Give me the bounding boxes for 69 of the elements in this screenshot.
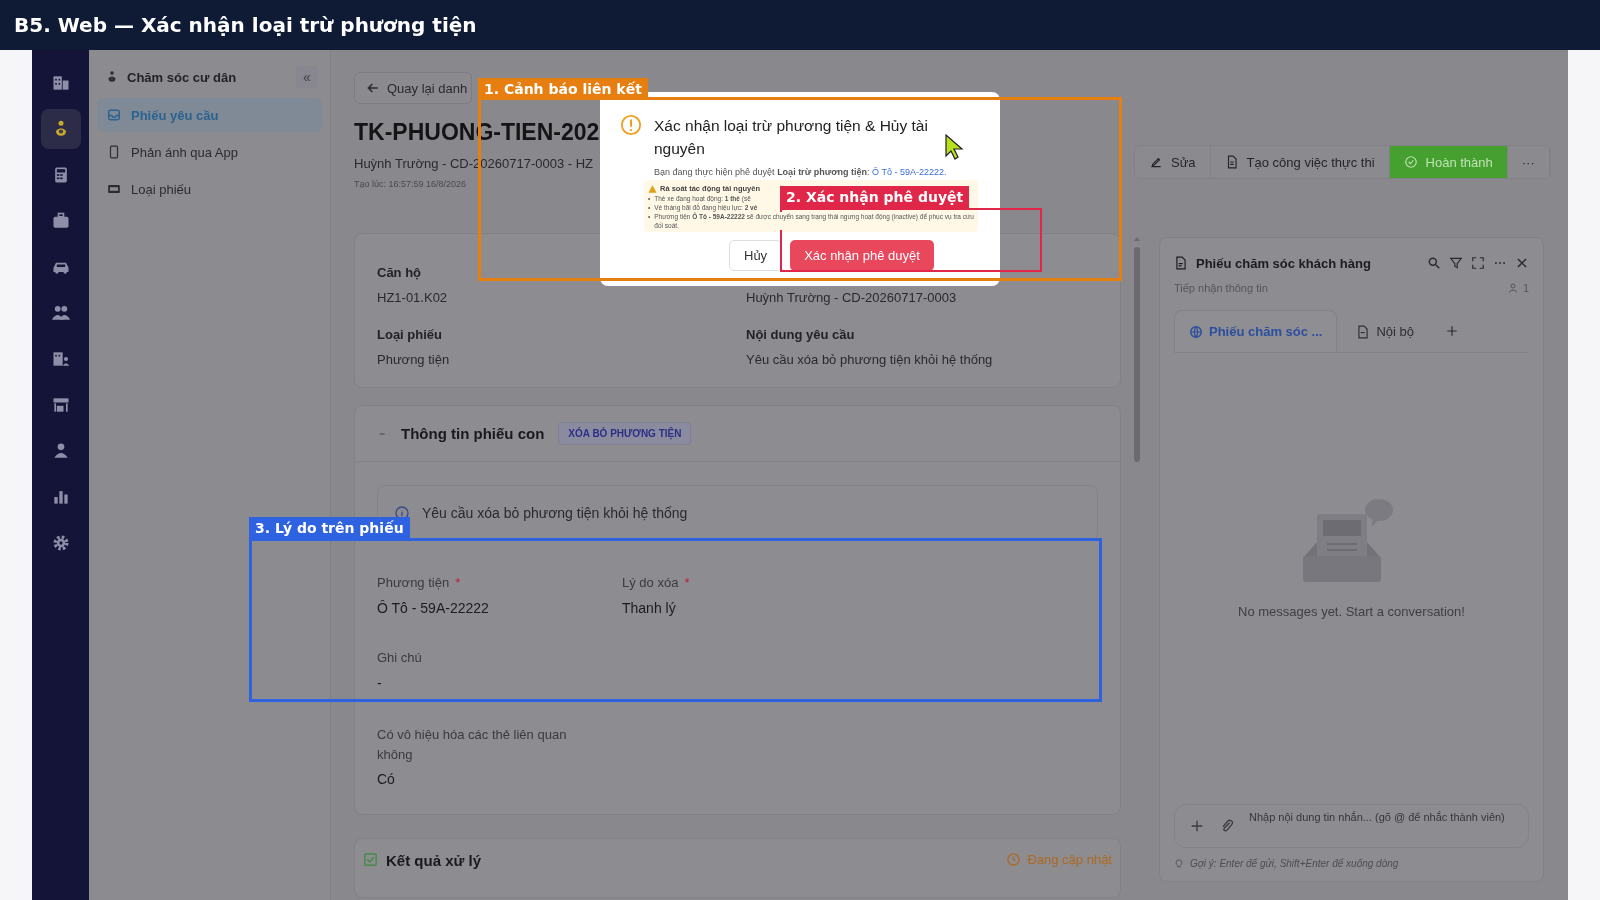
card-icon [107,182,121,196]
phone-icon [107,145,121,159]
field-value: Phương tiện [377,352,451,367]
collapse-button[interactable]: « [296,66,318,88]
field-value: Huỳnh Trường - CD-20260717-0003 [746,290,958,305]
field-value: Yêu cầu xóa bỏ phương tiện khỏi hệ thống [746,352,994,367]
section-title: Thông tin phiếu con [401,425,545,442]
confirm-button[interactable]: Xác nhận phê duyệt [790,240,934,271]
annotation-label: 2. Xác nhận phê duyệt [780,186,970,208]
field-value: - [377,675,383,691]
required-mark: * [684,575,690,590]
required-mark: * [455,575,461,590]
clock-icon [1006,852,1022,867]
sidebar-title: Chăm sóc cư dân [127,69,238,85]
field-label: Nội dung yêu cầu [746,327,856,342]
info-text: Yêu cầu xóa bỏ phương tiện khỏi hệ thống [422,505,688,521]
panel-tab[interactable]: Nội bộ [1341,310,1429,352]
complete-button[interactable]: Hoàn thành [1389,146,1508,178]
edit-button[interactable]: Sửa [1135,146,1211,178]
person-coin-icon[interactable] [40,109,81,149]
slide-title: B5. Web — Xác nhận loại trừ phương tiện [14,13,477,37]
field-label: Căn hộ [377,265,423,280]
panel-tab[interactable]: Phiếu chăm sóc ... [1174,310,1338,352]
cancel-button[interactable]: Hủy [729,240,783,271]
field-value: HZ1-01.K02 [377,290,449,305]
annotation-label: 3. Lý do trên phiếu [249,517,410,539]
vehicle-link[interactable]: Ô Tô - 59A-22222. [872,167,947,177]
type-tag: XÓA BỎ PHƯƠNG TIỆN [558,422,692,445]
section-title: Kết quả xử lý [386,852,482,869]
pencil-icon [1149,155,1163,169]
annotation-label: 1. Cảnh báo liên kết [478,78,648,100]
dialog-title: Xác nhận loại trừ phương tiện & Hủy tài nguyên [654,116,929,159]
check-circle-icon [1403,155,1418,169]
message-input[interactable]: Nhập nội dung tin nhắn... (gõ @ để nhắc thành viên) [1174,804,1529,848]
field-label: Phương tiện [377,575,450,590]
field-value: Thanh lý [622,600,677,616]
back-button[interactable]: Quay lại danh [354,72,473,104]
field-value: Ô Tô - 59A-22222 [377,600,490,616]
lightbulb-icon [1174,858,1184,869]
field-label: Có vô hiệu hóa các thẻ liên quan không [377,727,567,762]
panel-title: Phiếu chăm sóc khách hàng [1196,255,1372,271]
sidebar-item[interactable]: Phản ánh qua App [97,135,322,169]
checkbox-icon [363,852,378,867]
inbox-icon [107,108,121,122]
person-icon [1506,282,1519,294]
field-value: Có [377,771,396,787]
more-button[interactable]: ··· [1507,146,1550,178]
arrow-left-icon [366,81,380,95]
cursor-icon [944,134,966,160]
field-label: Loại phiếu [377,327,443,342]
filter-icon [1449,256,1463,270]
plus-icon [1189,818,1205,834]
close-icon [1515,256,1529,270]
create-task-button[interactable]: Tạo công việc thực thi [1210,146,1390,178]
field-label: Ghi chú [377,650,422,665]
empty-message: No messages yet. Start a conversation! [1238,604,1465,619]
input-hint: Gợi ý: Enter để gửi, Shift+Enter để xuống dòng [1190,858,1399,869]
warning-icon [620,114,642,136]
dialog-message: Bạn đang thực hiện phê duyệt Loại trừ phương tiện: Ô Tô - 59A-22222. [654,166,948,178]
expand-icon [1471,256,1485,270]
warning-triangle-icon [648,185,657,193]
document-icon [1356,324,1371,339]
document-icon [1174,256,1188,270]
sidebar-item[interactable]: Loại phiếu [97,172,322,206]
search-icon [1427,256,1441,270]
globe-icon [1189,324,1203,339]
field-label: Lý do xóa [622,575,679,590]
message-field[interactable]: Nhập nội dung tin nhắn... (gõ @ để nhắc thành viên) [1249,811,1514,841]
status-label: Đang cập nhật [1006,852,1112,867]
